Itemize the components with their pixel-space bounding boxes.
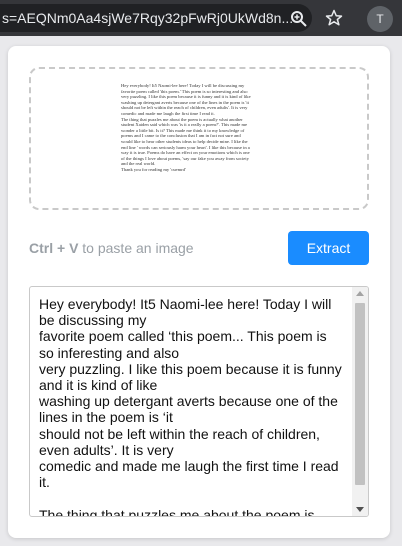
extracted-text[interactable]: Hey everybody! It5 Naomi-lee here! Today… xyxy=(30,287,352,516)
address-bar[interactable]: s=AEQNm0Aa4sjWe7Rqy32pFwRj0UkWd8n... xyxy=(0,4,312,32)
star-icon[interactable] xyxy=(325,9,343,27)
profile-avatar[interactable]: T xyxy=(367,6,393,32)
paste-shortcut: Ctrl + V xyxy=(29,240,79,256)
scroll-up-icon[interactable] xyxy=(356,291,364,296)
extract-button[interactable]: Extract xyxy=(288,231,369,265)
scrollbar[interactable] xyxy=(352,287,368,516)
image-dropzone[interactable]: Hey everybody! It5 Naomi-lee here! Today… xyxy=(29,67,369,210)
extracted-text-box[interactable]: Hey everybody! It5 Naomi-lee here! Today… xyxy=(29,286,369,517)
pasted-image-preview: Hey everybody! It5 Naomi-lee here! Today… xyxy=(121,83,251,172)
paste-hint-text: to paste an image xyxy=(78,240,194,256)
scroll-down-icon[interactable] xyxy=(356,507,364,512)
paste-hint: Ctrl + V to paste an image xyxy=(29,240,194,256)
extension-popup: Hey everybody! It5 Naomi-lee here! Today… xyxy=(8,46,390,538)
zoom-icon[interactable] xyxy=(290,10,308,28)
scrollbar-thumb[interactable] xyxy=(355,303,365,485)
browser-toolbar: s=AEQNm0Aa4sjWe7Rqy32pFwRj0UkWd8n... T xyxy=(0,0,402,36)
